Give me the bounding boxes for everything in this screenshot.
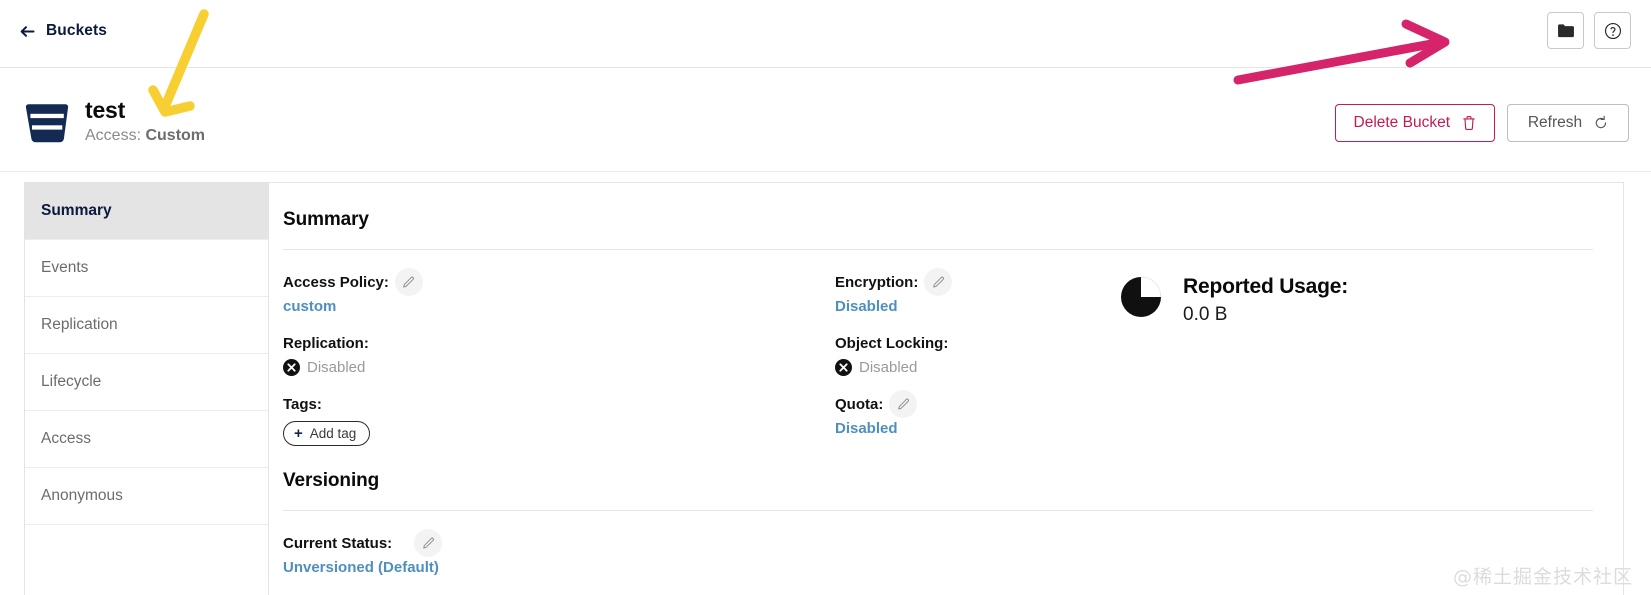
x-circle-icon bbox=[283, 359, 300, 376]
pencil-icon bbox=[897, 398, 910, 411]
sidebar-item-lifecycle[interactable]: Lifecycle bbox=[25, 354, 268, 411]
refresh-icon bbox=[1594, 115, 1608, 131]
help-button[interactable] bbox=[1594, 12, 1631, 49]
sidebar-item-events[interactable]: Events bbox=[25, 240, 268, 297]
encryption-value[interactable]: Disabled bbox=[835, 298, 1120, 315]
pie-chart-icon bbox=[1121, 277, 1161, 322]
bucket-header: test Access: Custom Delete Bucket Refres… bbox=[0, 68, 1651, 172]
back-label: Buckets bbox=[46, 22, 108, 39]
current-status-field: Current Status: Unversioned (Default) bbox=[283, 529, 1593, 576]
edit-versioning-button[interactable] bbox=[414, 529, 443, 557]
summary-columns: Access Policy: custom Replication: Disab… bbox=[283, 268, 1593, 446]
sidebar-item-label: Replication bbox=[41, 316, 118, 333]
edit-encryption-button[interactable] bbox=[924, 268, 953, 296]
sidebar-item-summary[interactable]: Summary bbox=[25, 183, 268, 240]
sidebar-item-label: Lifecycle bbox=[41, 373, 102, 390]
bucket-action-buttons: Delete Bucket Refresh bbox=[1334, 104, 1629, 142]
folder-browse-button[interactable] bbox=[1547, 12, 1584, 49]
bucket-access-prefix: Access: bbox=[85, 127, 146, 145]
replication-label: Replication: bbox=[283, 334, 369, 352]
versioning-section: Versioning Current Status: Unversioned (… bbox=[283, 470, 1593, 576]
versioning-heading: Versioning bbox=[283, 470, 380, 491]
bucket-access-line: Access: Custom bbox=[85, 126, 205, 147]
object-locking-label: Object Locking: bbox=[835, 334, 949, 352]
quota-field: Quota: Disabled bbox=[835, 390, 1120, 437]
bucket-text-block: test Access: Custom bbox=[85, 96, 205, 147]
bucket-access-value: Custom bbox=[145, 127, 206, 145]
access-policy-field: Access Policy: custom bbox=[283, 268, 835, 315]
bucket-sidebar: Summary Events Replication Lifecycle Acc… bbox=[25, 183, 269, 595]
summary-column-middle: Encryption: Disabled Object Locking: Dis… bbox=[835, 268, 1120, 446]
delete-bucket-button[interactable]: Delete Bucket bbox=[1334, 104, 1495, 142]
object-locking-value-row: Disabled bbox=[835, 359, 1120, 376]
reported-usage-text: Reported Usage: 0.0 B bbox=[1183, 274, 1348, 326]
current-status-value[interactable]: Unversioned (Default) bbox=[283, 559, 1593, 576]
sidebar-item-replication[interactable]: Replication bbox=[25, 297, 268, 354]
sidebar-item-anonymous[interactable]: Anonymous bbox=[25, 468, 268, 525]
versioning-divider bbox=[283, 510, 1593, 511]
top-bar: Buckets bbox=[0, 0, 1651, 68]
tags-label: Tags: bbox=[283, 395, 322, 413]
refresh-label: Refresh bbox=[1527, 114, 1583, 131]
watermark: @稀土掘金技术社区 bbox=[1452, 566, 1633, 588]
summary-heading: Summary bbox=[283, 209, 369, 230]
pencil-icon bbox=[402, 276, 415, 289]
summary-divider bbox=[283, 249, 1593, 250]
object-locking-field: Object Locking: Disabled bbox=[835, 333, 1120, 376]
current-status-label: Current Status: bbox=[283, 534, 393, 552]
replication-value-row: Disabled bbox=[283, 359, 835, 376]
plus-icon: + bbox=[294, 425, 303, 442]
sidebar-item-label: Anonymous bbox=[41, 487, 123, 504]
object-locking-value: Disabled bbox=[859, 359, 918, 376]
edit-quota-button[interactable] bbox=[889, 390, 918, 418]
sidebar-item-label: Summary bbox=[41, 202, 112, 219]
page-title: test bbox=[85, 97, 126, 123]
quota-value[interactable]: Disabled bbox=[835, 420, 1120, 437]
folder-icon bbox=[1557, 23, 1575, 38]
reported-usage-value: 0.0 B bbox=[1183, 304, 1228, 326]
bucket-detail-page: Buckets test Access: Custom Delete Bucke… bbox=[0, 0, 1651, 595]
sidebar-item-label: Access bbox=[41, 430, 91, 447]
access-policy-value[interactable]: custom bbox=[283, 298, 835, 315]
summary-column-left: Access Policy: custom Replication: Disab… bbox=[283, 268, 835, 446]
replication-value: Disabled bbox=[307, 359, 366, 376]
add-tag-label: Add tag bbox=[309, 426, 357, 441]
sidebar-filler bbox=[25, 525, 268, 581]
arrow-left-icon bbox=[20, 25, 35, 38]
add-tag-button[interactable]: + Add tag bbox=[283, 421, 371, 446]
versioning-fields: Current Status: Unversioned (Default) bbox=[283, 529, 1593, 576]
encryption-field: Encryption: Disabled bbox=[835, 268, 1120, 315]
summary-column-right: Reported Usage: 0.0 B bbox=[1120, 272, 1593, 446]
bucket-identity: test Access: Custom bbox=[24, 96, 205, 147]
delete-bucket-label: Delete Bucket bbox=[1353, 114, 1451, 131]
replication-field: Replication: Disabled bbox=[283, 333, 835, 376]
sidebar-item-access[interactable]: Access bbox=[25, 411, 268, 468]
sidebar-item-label: Events bbox=[41, 259, 89, 276]
pencil-icon bbox=[422, 537, 435, 550]
reported-usage-block: Reported Usage: 0.0 B bbox=[1121, 274, 1593, 326]
summary-panel: Summary Access Policy: custom Replicatio… bbox=[269, 183, 1623, 595]
tags-field: Tags: + Add tag bbox=[283, 394, 835, 446]
reported-usage-title: Reported Usage: bbox=[1183, 275, 1349, 298]
trash-icon bbox=[1462, 115, 1476, 131]
topbar-actions bbox=[1547, 12, 1631, 49]
back-to-buckets-link[interactable]: Buckets bbox=[20, 22, 107, 40]
quota-label: Quota: bbox=[835, 395, 884, 413]
edit-access-policy-button[interactable] bbox=[394, 268, 423, 296]
pencil-icon bbox=[932, 276, 945, 289]
access-policy-label: Access Policy: bbox=[283, 273, 389, 291]
x-circle-icon bbox=[835, 359, 852, 376]
refresh-button[interactable]: Refresh bbox=[1507, 104, 1629, 142]
bucket-icon bbox=[24, 100, 70, 144]
question-circle-icon bbox=[1604, 22, 1622, 40]
bucket-body: Summary Events Replication Lifecycle Acc… bbox=[24, 182, 1624, 595]
encryption-label: Encryption: bbox=[835, 273, 919, 291]
